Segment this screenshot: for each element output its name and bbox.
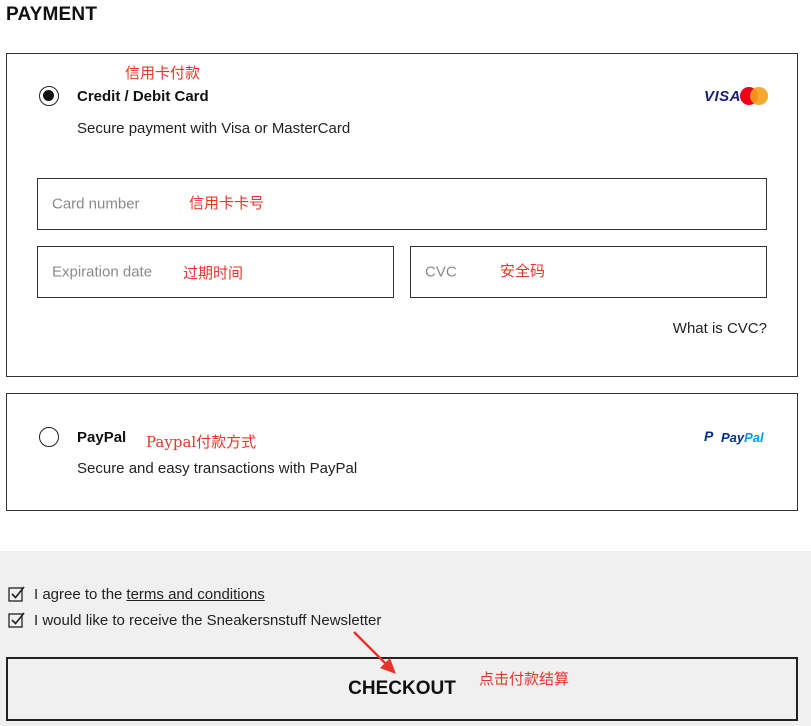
newsletter-text: I would like to receive the Sneakersnstu… [34,611,382,629]
credit-card-description: Secure payment with Visa or MasterCard [77,120,351,137]
what-is-cvc-link[interactable]: What is CVC? [673,320,767,337]
checkout-annotation: 点击付款结算 [479,670,570,688]
paypal-radio[interactable] [39,427,59,447]
paypal-description: Secure and easy transactions with PayPal [77,460,358,477]
cvc-annotation: 安全码 [500,262,546,280]
paypal-p-icon: P [704,428,714,444]
credit-card-title: Credit / Debit Card [77,88,209,105]
expiration-annotation: 过期时间 [183,264,244,282]
paypal-title: PayPal [77,429,127,446]
paypal-annotation: Paypal付款方式 [146,433,257,451]
credit-card-radio[interactable] [39,86,59,106]
expiration-date-placeholder: Expiration date [52,263,153,281]
credit-card-annotation: 信用卡付款 [125,64,201,82]
card-number-placeholder: Card number [52,195,140,213]
checkbox-checked-icon [8,612,25,628]
card-number-field[interactable]: Card number [37,178,767,230]
cvc-field[interactable]: CVC [410,246,767,298]
credit-card-option: 信用卡付款 Credit / Debit Card VISA Secure pa… [6,53,798,377]
cvc-placeholder: CVC [425,263,457,281]
checkbox-checked-icon [8,586,25,602]
paypal-option: PayPal Paypal付款方式 P PayPal Secure and ea… [6,393,798,511]
card-number-annotation: 信用卡卡号 [189,194,265,212]
page-title: PAYMENT [6,4,98,25]
terms-and-conditions-link[interactable]: terms and conditions [126,586,264,603]
terms-prefix-text: I agree to the [34,585,123,603]
mastercard-logo [740,87,768,105]
visa-logo: VISA [704,88,742,105]
newsletter-checkbox[interactable] [8,611,26,629]
terms-checkbox[interactable] [8,585,26,603]
red-arrow-icon [353,631,396,674]
terms-agreement-row: I agree to the terms and conditions [8,585,265,603]
paypal-logo: PayPal [721,430,764,445]
newsletter-row: I would like to receive the Sneakersnstu… [8,611,381,629]
